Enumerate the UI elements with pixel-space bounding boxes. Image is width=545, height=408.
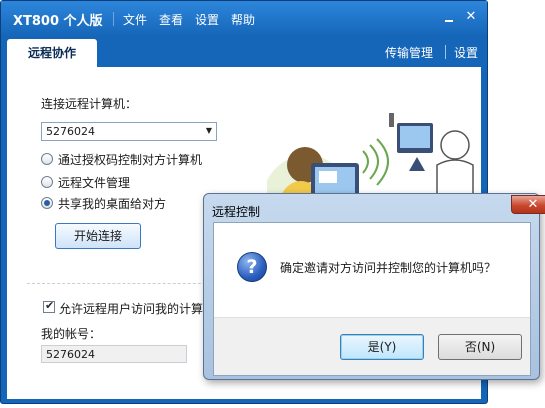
yes-button[interactable]: 是(Y) xyxy=(340,334,424,360)
option-remote-file-manager[interactable]: 远程文件管理 xyxy=(41,174,241,190)
tab-remote-collaboration[interactable]: 远程协作 xyxy=(7,39,97,67)
option-label: 远程文件管理 xyxy=(58,176,131,190)
settings-link[interactable]: 设置 xyxy=(454,44,478,61)
menu-help[interactable]: 帮助 xyxy=(231,11,255,28)
minimize-button[interactable] xyxy=(441,9,457,25)
allow-remote-access-checkbox[interactable]: ✔ xyxy=(43,299,55,313)
computer-id-combo[interactable]: 5276024 ▼ xyxy=(41,122,217,141)
dialog-message: 确定邀请对方访问并控制您的计算机吗？ xyxy=(280,261,497,275)
connect-label: 连接远程计算机： xyxy=(41,97,138,111)
option-label: 共享我的桌面给对方 xyxy=(58,197,167,211)
close-button[interactable]: ✕ xyxy=(463,9,479,25)
title-bar: XT800 个人版 文件 查看 设置 帮助 ✕ xyxy=(1,1,487,37)
account-field: 5276024 xyxy=(41,345,187,363)
dialog-button-bar: 是(Y) 否(N) xyxy=(214,317,530,375)
remote-control-dialog: 远程控制 ✕ ? 确定邀请对方访问并控制您的计算机吗？ 是(Y) 否(N) xyxy=(203,193,545,380)
dialog-close-button[interactable]: ✕ xyxy=(511,195,545,214)
radio-selected-icon[interactable] xyxy=(41,197,53,209)
allow-remote-access-label: 允许远程用户访问我的计算机 xyxy=(59,302,216,316)
radio-icon[interactable] xyxy=(41,176,53,188)
option-auth-code-control[interactable]: 通过授权码控制对方计算机 xyxy=(41,151,241,167)
menu-divider xyxy=(113,12,114,26)
checkmark-icon: ✔ xyxy=(45,299,55,312)
account-value: 5276024 xyxy=(46,348,95,361)
link-divider xyxy=(445,45,446,59)
transfer-manager-link[interactable]: 传输管理 xyxy=(385,44,433,61)
start-connect-button[interactable]: 开始连接 xyxy=(55,223,141,249)
app-title: XT800 个人版 xyxy=(13,14,103,29)
dropdown-arrow-icon[interactable]: ▼ xyxy=(206,126,212,135)
screen: XT800 个人版 文件 查看 设置 帮助 ✕ 远程协作 传输管理 设置 连接远… xyxy=(0,0,545,408)
option-label: 通过授权码控制对方计算机 xyxy=(58,153,203,167)
account-label: 我的帐号： xyxy=(41,327,102,341)
question-icon: ? xyxy=(237,252,267,282)
menu-file[interactable]: 文件 xyxy=(123,11,147,28)
radio-icon[interactable] xyxy=(41,153,53,165)
tab-bar: 远程协作 传输管理 设置 xyxy=(1,37,487,67)
menu-settings[interactable]: 设置 xyxy=(195,11,219,28)
menu-view[interactable]: 查看 xyxy=(159,11,183,28)
dialog-title: 远程控制 xyxy=(212,205,261,219)
computer-id-value: 5276024 xyxy=(46,125,95,138)
dialog-body: ? 确定邀请对方访问并控制您的计算机吗？ 是(Y) 否(N) xyxy=(213,222,531,376)
no-button[interactable]: 否(N) xyxy=(438,334,522,360)
